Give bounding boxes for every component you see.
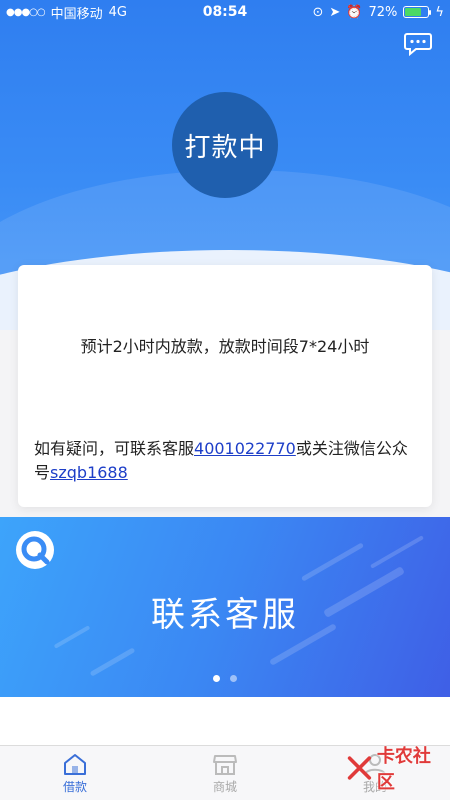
charging-icon: ϟ xyxy=(435,4,444,20)
battery-icon xyxy=(403,6,432,18)
shop-icon xyxy=(213,754,237,775)
message-button[interactable] xyxy=(404,32,432,57)
chat-bubble-icon xyxy=(404,33,432,57)
home-icon xyxy=(64,753,86,775)
location-icon: ➤ xyxy=(329,4,341,20)
eta-text: 预计2小时内放款，放款时间段7*24小时 xyxy=(80,337,370,356)
battery-percent: 72% xyxy=(368,4,398,20)
app-logo-icon xyxy=(16,531,54,569)
wechat-link[interactable]: szqb1688 xyxy=(50,463,128,482)
banner-streak xyxy=(370,535,424,569)
watermark-logo-icon xyxy=(347,756,372,780)
status-bar: ●●●○○ 中国移动 4G 08:54 ⊙ ➤ ⏰ 72% ϟ xyxy=(0,0,450,24)
carousel-dot[interactable] xyxy=(230,675,237,682)
tab-loan[interactable]: 借款 xyxy=(0,746,150,800)
carrier-name: 中国移动 xyxy=(50,6,103,22)
contact-text: 如有疑问，可联系客服4001022770或关注微信公众号szqb1688 xyxy=(34,437,418,485)
network-type: 4G xyxy=(108,4,128,20)
tab-label: 借款 xyxy=(62,779,87,794)
watermark: 卡农社区 xyxy=(346,742,446,794)
content-spacer xyxy=(0,697,450,745)
carousel-dots xyxy=(0,675,450,682)
tab-mall[interactable]: 商城 xyxy=(150,746,300,800)
tab-label: 商城 xyxy=(212,779,237,794)
customer-service-banner[interactable]: 联系客服 xyxy=(0,517,450,697)
status-indicator: 打款中 xyxy=(172,92,278,198)
contact-prefix: 如有疑问，可联系客服 xyxy=(34,439,195,458)
alarm-icon: ⏰ xyxy=(346,4,363,20)
watermark-text: 卡农社区 xyxy=(376,746,431,793)
banner-streak xyxy=(300,542,365,582)
carousel-dot[interactable] xyxy=(213,675,220,682)
signal-strength-icon: ●●●○○ xyxy=(6,6,46,18)
rotation-lock-icon: ⊙ xyxy=(312,4,324,20)
info-card: 预计2小时内放款，放款时间段7*24小时 如有疑问，可联系客服400102277… xyxy=(18,265,432,507)
phone-link[interactable]: 4001022770 xyxy=(194,439,296,458)
banner-streak xyxy=(89,647,136,677)
banner-title: 联系客服 xyxy=(151,595,299,635)
